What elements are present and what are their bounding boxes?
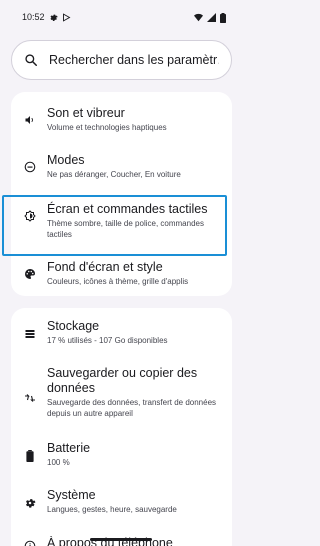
status-time: 10:52: [22, 12, 45, 22]
settings-item-title: Son et vibreur: [47, 106, 125, 120]
settings-item-title: Stockage: [47, 319, 100, 333]
cellular-icon: [207, 12, 216, 22]
settings-screen: 10:52 Rechercher dans les paramètr… Son …: [0, 0, 243, 546]
battery-icon: [24, 450, 36, 462]
battery-icon: [220, 12, 229, 23]
settings-item-subtitle: 17 % utilisés - 107 Go disponibles: [47, 336, 168, 345]
settings-item-sound[interactable]: Son et vibreur Volume et technologies ha…: [11, 106, 232, 146]
palette-icon: [24, 268, 36, 280]
navigation-handle[interactable]: [90, 538, 152, 541]
settings-item-title: Batterie: [47, 441, 91, 455]
settings-item-subtitle: Sauvegarde des données, transfert de don…: [47, 398, 217, 418]
settings-item-storage[interactable]: Stockage 17 % utilisés - 107 Go disponib…: [11, 319, 232, 359]
settings-group-1: Son et vibreur Volume et technologies ha…: [11, 92, 232, 296]
selection-highlight: [2, 195, 227, 256]
system-gear-icon: [24, 497, 36, 509]
settings-item-title: Sauvegarder ou copier des données: [47, 366, 198, 395]
settings-item-subtitle: Volume et technologies haptiques: [47, 123, 167, 132]
volume-icon: [24, 114, 36, 126]
do-not-disturb-icon: [24, 161, 36, 173]
settings-item-subtitle: Langues, gestes, heure, sauvegarde: [47, 505, 177, 514]
settings-group-2: Stockage 17 % utilisés - 107 Go disponib…: [11, 308, 232, 546]
search-icon: [24, 53, 38, 67]
gear-icon: [49, 13, 58, 22]
settings-item-subtitle: 100 %: [47, 458, 70, 467]
settings-item-title: Modes: [47, 153, 85, 167]
settings-item-subtitle: Ne pas déranger, Coucher, En voiture: [47, 170, 181, 179]
search-bar[interactable]: Rechercher dans les paramètr…: [11, 40, 232, 80]
settings-item-subtitle: Couleurs, icônes à thème, grille d'appli…: [47, 277, 189, 286]
wifi-icon: [194, 13, 203, 22]
settings-item-battery[interactable]: Batterie 100 %: [11, 441, 232, 477]
settings-item-wallpaper[interactable]: Fond d'écran et style Couleurs, icônes à…: [11, 260, 232, 294]
settings-item-title: Système: [47, 488, 96, 502]
settings-item-system[interactable]: Système Langues, gestes, heure, sauvegar…: [11, 488, 232, 524]
info-icon: [24, 540, 36, 546]
search-input[interactable]: Rechercher dans les paramètr…: [49, 53, 219, 67]
settings-item-title: Fond d'écran et style: [47, 260, 163, 274]
settings-item-backup[interactable]: Sauvegarder ou copier des données Sauveg…: [11, 366, 232, 432]
settings-item-modes[interactable]: Modes Ne pas déranger, Coucher, En voitu…: [11, 153, 232, 193]
play-store-icon: [62, 12, 71, 22]
storage-icon: [24, 328, 36, 340]
backup-icon: [24, 392, 36, 404]
status-bar: 10:52: [0, 0, 243, 34]
